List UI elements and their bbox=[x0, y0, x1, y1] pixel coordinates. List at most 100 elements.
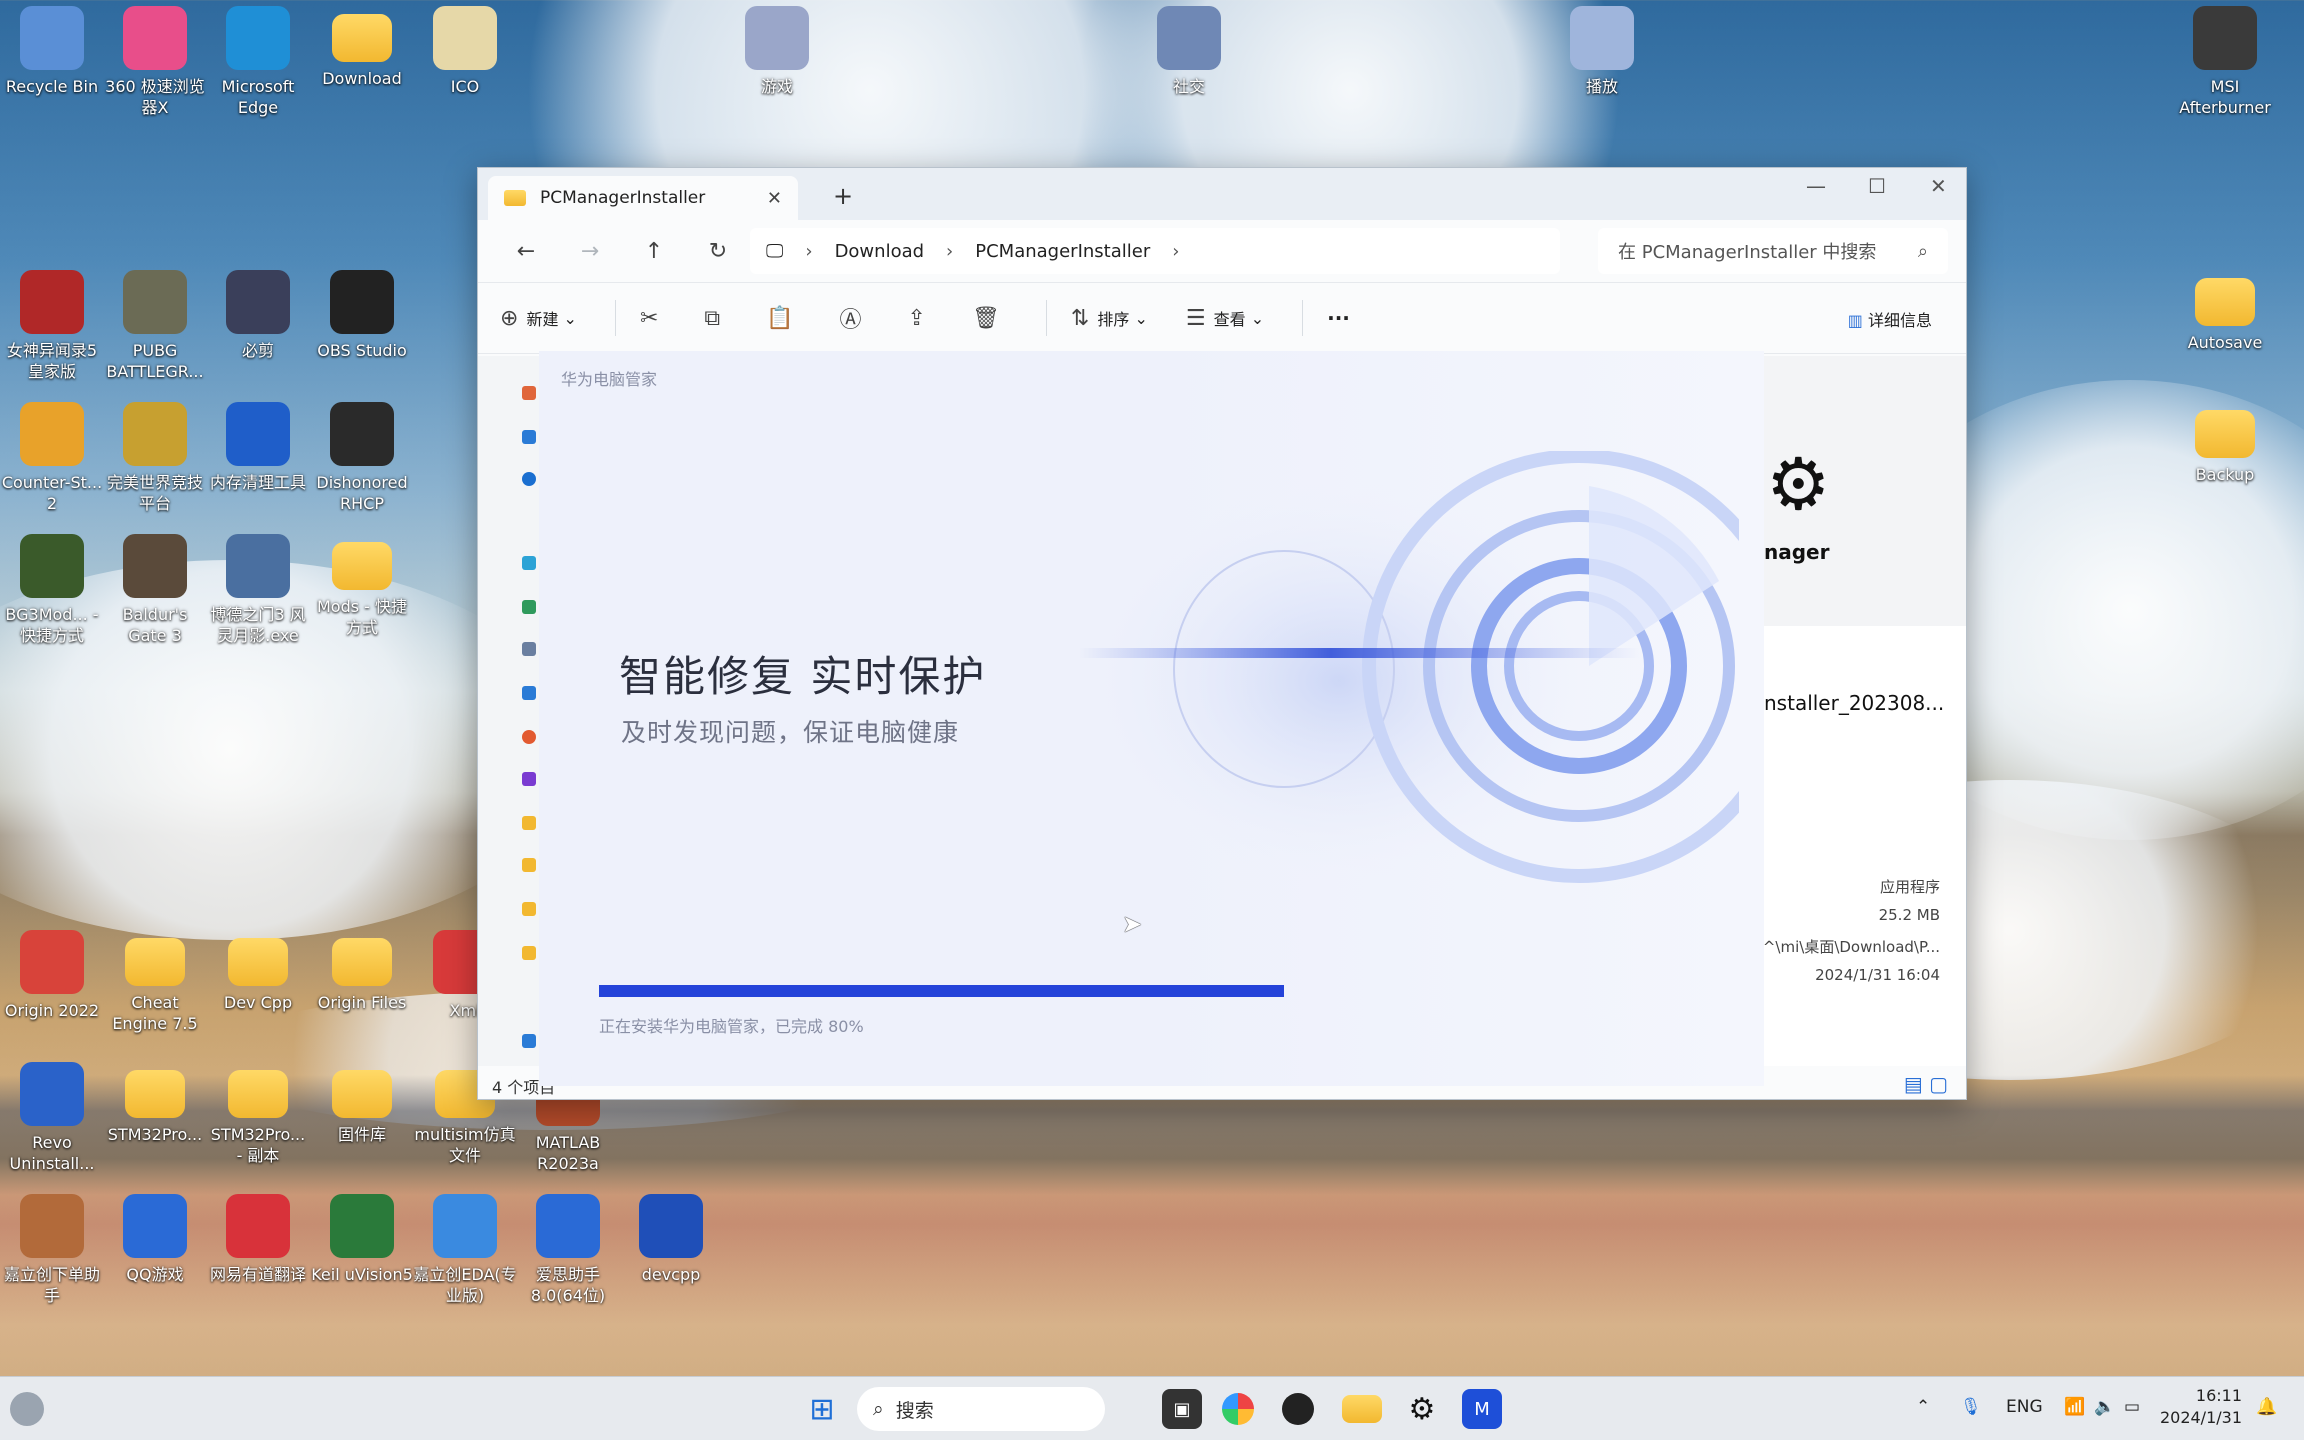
view-button[interactable]: ☰ 查看 ⌄ bbox=[1186, 306, 1264, 331]
desktop-icon[interactable]: MSI Afterburner bbox=[2173, 6, 2277, 118]
network-nav-icon[interactable] bbox=[522, 1034, 536, 1048]
desktop-icon[interactable]: 嘉立创下单助手 bbox=[0, 1194, 104, 1306]
desktop-icon[interactable]: Download bbox=[310, 6, 414, 89]
desktop-icon[interactable]: Origin 2022 bbox=[0, 930, 104, 1021]
desktop-icon[interactable]: 女神异闻录5 皇家版 bbox=[0, 270, 104, 382]
desktop-icon[interactable]: STM32Pro... bbox=[103, 1062, 207, 1145]
desktop-nav-icon[interactable] bbox=[522, 556, 536, 570]
desktop-icon[interactable]: Recycle Bin bbox=[0, 6, 104, 97]
desktop-icon[interactable]: PUBG BATTLEGR... bbox=[103, 270, 207, 382]
new-tab-button[interactable]: + bbox=[833, 182, 853, 210]
rename-icon[interactable]: Ⓐ bbox=[840, 302, 870, 334]
wifi-icon[interactable]: 📶 bbox=[2064, 1397, 2085, 1417]
desktop-icon[interactable]: ICO bbox=[413, 6, 517, 97]
close-tab-icon[interactable]: ✕ bbox=[767, 188, 782, 209]
task-view-icon[interactable]: ▣ bbox=[1162, 1389, 1202, 1429]
onedrive-icon[interactable] bbox=[522, 472, 536, 486]
widgets-icon[interactable] bbox=[10, 1392, 44, 1426]
desktop-icon[interactable]: 固件库 bbox=[310, 1062, 414, 1145]
desktop-icon[interactable]: 游戏 bbox=[725, 6, 829, 97]
desktop-icon[interactable]: Baldur's Gate 3 bbox=[103, 534, 207, 646]
desktop-icon[interactable]: Counter-St... 2 bbox=[0, 402, 104, 514]
desktop-icon[interactable]: 网易有道翻译 bbox=[206, 1194, 310, 1285]
desktop-icon-label: Counter-St... 2 bbox=[1, 473, 103, 513]
copy-icon[interactable]: ⧉ bbox=[704, 306, 728, 331]
tab-pcmanagerinstaller[interactable]: PCManagerInstaller ✕ bbox=[488, 176, 798, 220]
file-explorer-taskbar-icon[interactable] bbox=[1342, 1395, 1382, 1423]
breadcrumb-pcmanagerinstaller[interactable]: PCManagerInstaller bbox=[975, 241, 1150, 262]
desktop-icon[interactable]: BG3Mod... - 快捷方式 bbox=[0, 534, 104, 646]
start-icon[interactable]: ⊞ bbox=[802, 1389, 842, 1429]
folder-nav-icon[interactable] bbox=[522, 816, 536, 830]
details-button[interactable]: ▥ 详细信息 bbox=[1848, 307, 1932, 331]
desktop-icon[interactable]: Dishonored RHCP bbox=[310, 402, 414, 514]
forward-icon[interactable]: → bbox=[558, 239, 622, 264]
videos-nav-icon[interactable] bbox=[522, 772, 536, 786]
desktop-icon[interactable]: Cheat Engine 7.5 bbox=[103, 930, 207, 1034]
desktop-icon[interactable]: 360 极速浏览器X bbox=[103, 6, 207, 118]
new-button[interactable]: ⊕ 新建 ⌄ bbox=[500, 306, 577, 331]
desktop-icon[interactable]: Backup bbox=[2173, 402, 2277, 485]
close-window-icon[interactable]: ✕ bbox=[1930, 174, 1947, 198]
pc-manager-taskbar-icon[interactable]: ⚙ bbox=[1402, 1389, 1442, 1429]
desktop-icon-label: 必剪 bbox=[241, 341, 274, 360]
file-type: 应用程序 bbox=[1879, 878, 1940, 896]
paste-icon[interactable]: 📋 bbox=[766, 306, 801, 331]
desktop-icon[interactable]: QQ游戏 bbox=[103, 1194, 207, 1285]
share-icon[interactable]: ⇪ bbox=[908, 306, 934, 331]
search-input[interactable]: 在 PCManagerInstaller 中搜索 ⌕ bbox=[1598, 228, 1948, 274]
folder-nav-icon[interactable] bbox=[522, 858, 536, 872]
obs-taskbar-icon[interactable] bbox=[1282, 1393, 1314, 1425]
desktop-icon[interactable]: Revo Uninstall... bbox=[0, 1062, 104, 1174]
desktop-icon[interactable]: 社交 bbox=[1137, 6, 1241, 97]
gallery-icon[interactable] bbox=[522, 430, 536, 444]
input-language[interactable]: ENG bbox=[2006, 1397, 2043, 1417]
system-clock[interactable]: 16:11 2024/1/31 bbox=[2160, 1385, 2242, 1429]
desktop-icon[interactable]: 嘉立创EDA(专业版) bbox=[413, 1194, 517, 1306]
folder-nav-icon[interactable] bbox=[522, 946, 536, 960]
desktop-icon-label: 播放 bbox=[1585, 77, 1618, 96]
desktop-icon[interactable]: Origin Files bbox=[310, 930, 414, 1013]
desktop-icon[interactable]: STM32Pro... - 副本 bbox=[206, 1062, 310, 1166]
desktop-icon[interactable]: 内存清理工具 bbox=[206, 402, 310, 493]
desktop-icon[interactable]: devcpp bbox=[619, 1194, 723, 1285]
breadcrumb-download[interactable]: Download bbox=[835, 241, 924, 262]
desktop-icon[interactable]: 播放 bbox=[1550, 6, 1654, 97]
navigation-pane[interactable] bbox=[478, 356, 540, 1066]
music-nav-icon[interactable] bbox=[522, 730, 536, 744]
chevron-up-icon[interactable]: ⌃ bbox=[1916, 1397, 1930, 1417]
cut-icon[interactable]: ✂ bbox=[640, 306, 666, 331]
installer-taskbar-icon[interactable]: M bbox=[1462, 1389, 1502, 1429]
address-bar[interactable]: 🖵 › Download › PCManagerInstaller › bbox=[750, 228, 1560, 274]
downloads-nav-icon[interactable] bbox=[522, 600, 536, 614]
desktop-icon[interactable]: 爱思助手8.0(64位) bbox=[516, 1194, 620, 1306]
desktop-icon[interactable]: Microsoft Edge bbox=[206, 6, 310, 118]
desktop-icon[interactable]: Autosave bbox=[2173, 270, 2277, 353]
sort-button[interactable]: ⇅ 排序 ⌄ bbox=[1071, 306, 1148, 331]
desktop-icon[interactable]: 必剪 bbox=[206, 270, 310, 361]
refresh-icon[interactable]: ↻ bbox=[686, 239, 750, 264]
volume-icon[interactable]: 🔈 bbox=[2094, 1397, 2115, 1417]
notification-icon[interactable]: 🔔 bbox=[2256, 1397, 2277, 1417]
maximize-icon[interactable]: ☐ bbox=[1868, 174, 1886, 198]
view-toggle-icons[interactable]: ▤ ▢ bbox=[1904, 1072, 1948, 1096]
desktop-icon[interactable]: Mods - 快捷方式 bbox=[310, 534, 414, 638]
desktop-icon[interactable]: Keil uVision5 bbox=[310, 1194, 414, 1285]
up-icon[interactable]: ↑ bbox=[622, 239, 686, 264]
browser-360-taskbar-icon[interactable] bbox=[1222, 1393, 1254, 1425]
taskbar-search[interactable]: ⌕ 搜索 bbox=[857, 1387, 1105, 1431]
documents-nav-icon[interactable] bbox=[522, 642, 536, 656]
battery-icon[interactable]: ▭ bbox=[2124, 1397, 2140, 1417]
pictures-nav-icon[interactable] bbox=[522, 686, 536, 700]
desktop-icon[interactable]: 完美世界竞技平台 bbox=[103, 402, 207, 514]
back-icon[interactable]: ← bbox=[494, 239, 558, 264]
microphone-icon[interactable]: 🎙 bbox=[1960, 1397, 1982, 1417]
desktop-icon[interactable]: 博德之门3 风灵月影.exe bbox=[206, 534, 310, 646]
more-button[interactable]: ··· bbox=[1327, 306, 1350, 330]
home-icon[interactable] bbox=[522, 386, 536, 400]
delete-icon[interactable]: 🗑 bbox=[972, 306, 1008, 331]
desktop-icon[interactable]: OBS Studio bbox=[310, 270, 414, 361]
desktop-icon[interactable]: Dev Cpp bbox=[206, 930, 310, 1013]
minimize-icon[interactable]: — bbox=[1806, 174, 1826, 198]
folder-nav-icon[interactable] bbox=[522, 902, 536, 916]
